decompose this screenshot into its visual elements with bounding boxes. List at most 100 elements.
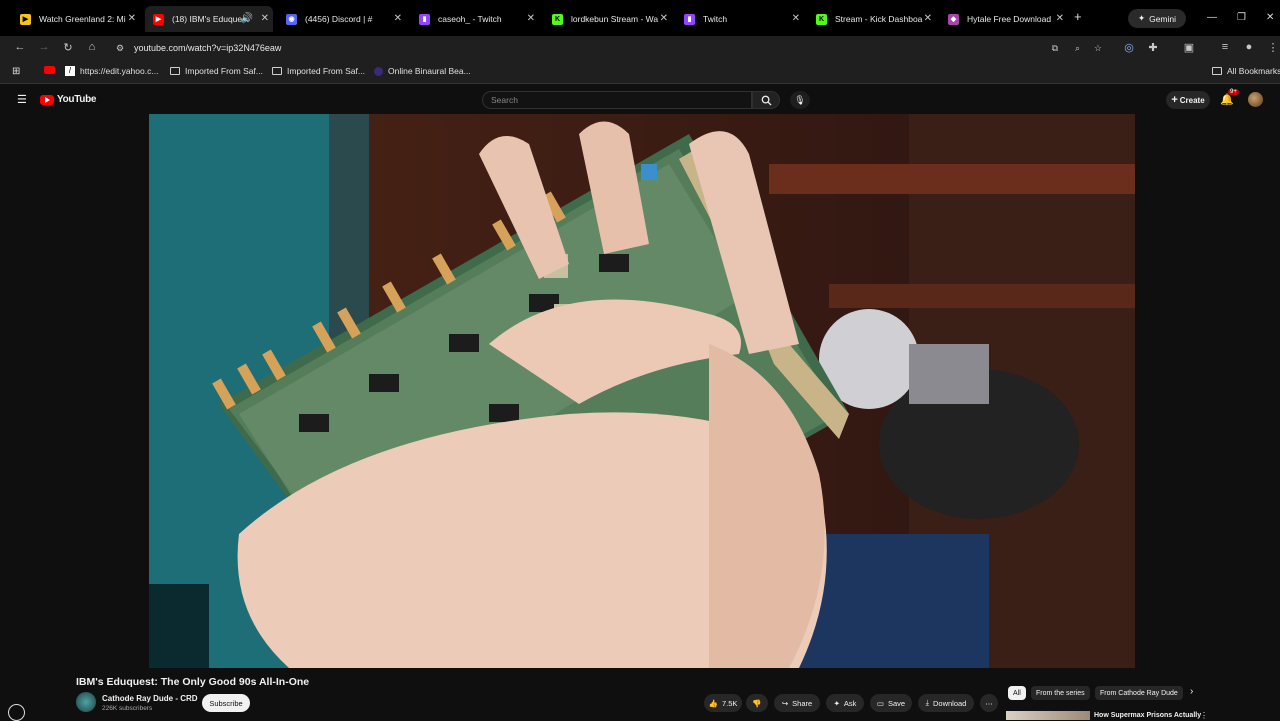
bookmark-binaural[interactable]: Online Binaural Bea... [374, 66, 471, 76]
chip-from-channel[interactable]: From Cathode Ray Dude [1095, 686, 1183, 700]
youtube-icon: ▶ [153, 13, 164, 25]
recommended-thumbnail[interactable] [1006, 711, 1090, 720]
browser-tab-active[interactable]: ▶ (18) IBM's Eduquest 🔊 ✕ [145, 6, 273, 32]
bookmark-icon: ▭ [876, 698, 884, 708]
search-button[interactable] [752, 91, 780, 109]
browser-tab[interactable]: ▶ Watch Greenland 2: Mi ✕ [12, 6, 140, 32]
install-icon[interactable]: ⧉ [1052, 43, 1058, 54]
voice-search-button[interactable]: 🎙 [790, 91, 810, 109]
recommended-menu-icon[interactable]: ⋮ [1200, 711, 1208, 720]
back-icon[interactable]: ← [13, 41, 27, 53]
channel-avatar[interactable] [76, 692, 96, 712]
youtube-logo[interactable]: YouTube [40, 94, 97, 105]
chevron-right-icon[interactable]: › [1190, 686, 1193, 697]
share-button[interactable]: ↪ Share [774, 694, 820, 712]
chat-bubble-icon[interactable] [8, 704, 25, 721]
ask-button[interactable]: ✦ Ask [826, 694, 864, 712]
like-count: 7.5K [721, 698, 738, 708]
all-bookmarks-label: All Bookmarks [1227, 66, 1280, 76]
discord-icon: ◉ [286, 13, 297, 25]
bookmark-folder[interactable]: Imported From Saf... [170, 66, 263, 76]
browser-tab[interactable]: ▮ caseoh_ - Twitch ✕ [411, 6, 539, 32]
tab-title: (18) IBM's Eduquest [172, 14, 249, 24]
browser-tab[interactable]: ◉ (4456) Discord | # ✕ [278, 6, 406, 32]
all-bookmarks[interactable]: All Bookmarks [1212, 66, 1280, 76]
speaker-icon[interactable]: 🔊 [241, 13, 253, 24]
browser-tab[interactable]: K Stream - Kick Dashboa ✕ [808, 6, 936, 32]
browser-tab[interactable]: K lordkebun Stream - Wa ✕ [544, 6, 672, 32]
apps-grid-icon[interactable]: ⊞ [12, 66, 20, 77]
search-icon [761, 95, 772, 106]
plus-icon: + [1171, 94, 1178, 106]
subscribe-button[interactable]: Subscribe [202, 694, 250, 712]
create-button[interactable]: + Create [1166, 91, 1210, 109]
close-icon[interactable]: ✕ [527, 13, 535, 24]
video-player[interactable] [149, 114, 1135, 668]
address-bar[interactable]: ⚙ youtube.com/watch?v=ip32N476eaw ⧉ ⌕ ☆ [108, 37, 1108, 59]
hamburger-menu-icon[interactable]: ☰ [17, 93, 27, 106]
close-window-icon[interactable]: ✕ [1266, 12, 1274, 23]
like-button[interactable]: 👍 7.5K [704, 694, 742, 712]
search-input[interactable]: Search [482, 91, 752, 109]
close-icon[interactable]: ✕ [660, 13, 668, 24]
download-button[interactable]: ⤓ Download [918, 694, 974, 712]
close-icon[interactable]: ✕ [1056, 13, 1064, 24]
save-button[interactable]: ▭ Save [870, 694, 912, 712]
bookmark-star-icon[interactable]: ☆ [1094, 43, 1102, 54]
tab-title: lordkebun Stream - Wa [571, 14, 659, 24]
minimize-icon[interactable]: — [1207, 12, 1217, 23]
extension-color-icon[interactable]: ◎ [1122, 41, 1136, 54]
subscriber-count: 226K subscribers [102, 705, 153, 712]
tab-title: Twitch [703, 14, 728, 24]
gemini-button[interactable]: ✦ Gemini [1128, 9, 1186, 28]
bookmark-folder[interactable]: Imported From Saf... [272, 66, 365, 76]
avatar[interactable] [1248, 92, 1263, 107]
browser-tab[interactable]: ▮ Twitch ✕ [676, 6, 804, 32]
channel-name[interactable]: Cathode Ray Dude - CRD [102, 694, 198, 703]
thumbs-up-icon: 👍 [708, 698, 718, 708]
kick-icon: K [552, 13, 563, 25]
reload-icon[interactable]: ↻ [61, 41, 75, 54]
site-info-icon[interactable]: ⚙ [116, 43, 124, 54]
more-horizontal-icon: ⋯ [985, 698, 993, 708]
tab-title: caseoh_ - Twitch [438, 14, 502, 24]
url-text: youtube.com/watch?v=ip32N476eaw [134, 43, 282, 53]
profile-icon[interactable]: ● [1242, 41, 1256, 53]
bookmark-label: https://edit.yahoo.c... [80, 66, 159, 76]
chip-all[interactable]: All [1008, 686, 1026, 700]
bookmark-youtube[interactable] [44, 66, 55, 74]
dislike-button[interactable]: 👎 [746, 694, 768, 712]
new-tab-button[interactable]: + [1074, 9, 1082, 24]
sparkle-icon: ✦ [1137, 13, 1146, 23]
restore-icon[interactable]: ❐ [1237, 12, 1246, 23]
youtube-logo-icon [40, 94, 54, 105]
youtube-icon [44, 66, 55, 74]
zoom-icon[interactable]: ⌕ [1075, 43, 1080, 54]
close-icon[interactable]: ✕ [261, 13, 269, 24]
chip-from-series[interactable]: From the series [1031, 686, 1090, 700]
gemini-label: Gemini [1149, 13, 1177, 24]
home-icon[interactable]: ⌂ [85, 41, 99, 53]
close-icon[interactable]: ✕ [128, 13, 136, 24]
bookmark-yahoo[interactable]: / https://edit.yahoo.c... [65, 66, 158, 76]
forward-icon[interactable]: → [37, 41, 51, 53]
close-icon[interactable]: ✕ [394, 13, 402, 24]
logo-text: YouTube [57, 94, 97, 105]
more-actions-button[interactable]: ⋯ [980, 694, 998, 712]
download-icon: ⤓ [925, 698, 929, 707]
binaural-icon [374, 66, 383, 76]
sidepanel-icon[interactable]: ▣ [1182, 41, 1196, 54]
extensions-icon[interactable]: ✚ [1146, 41, 1160, 54]
sparkle-icon: ✦ [833, 698, 840, 708]
recommended-title[interactable]: How Supermax Prisons Actually [1094, 712, 1201, 719]
bookmark-label: Imported From Saf... [287, 66, 365, 76]
media-icon[interactable]: ≡ [1218, 41, 1232, 53]
thumbs-down-icon: 👎 [752, 698, 762, 708]
browser-tab[interactable]: ◆ Hytale Free Download ✕ [940, 6, 1068, 32]
create-label: Create [1179, 95, 1205, 105]
menu-dots-icon[interactable]: ⋮ [1266, 41, 1280, 54]
close-icon[interactable]: ✕ [792, 13, 800, 24]
bookmarks-bar: ⊞ / https://edit.yahoo.c... Imported From… [0, 60, 1280, 84]
close-icon[interactable]: ✕ [924, 13, 932, 24]
download-label: Download [932, 698, 967, 708]
